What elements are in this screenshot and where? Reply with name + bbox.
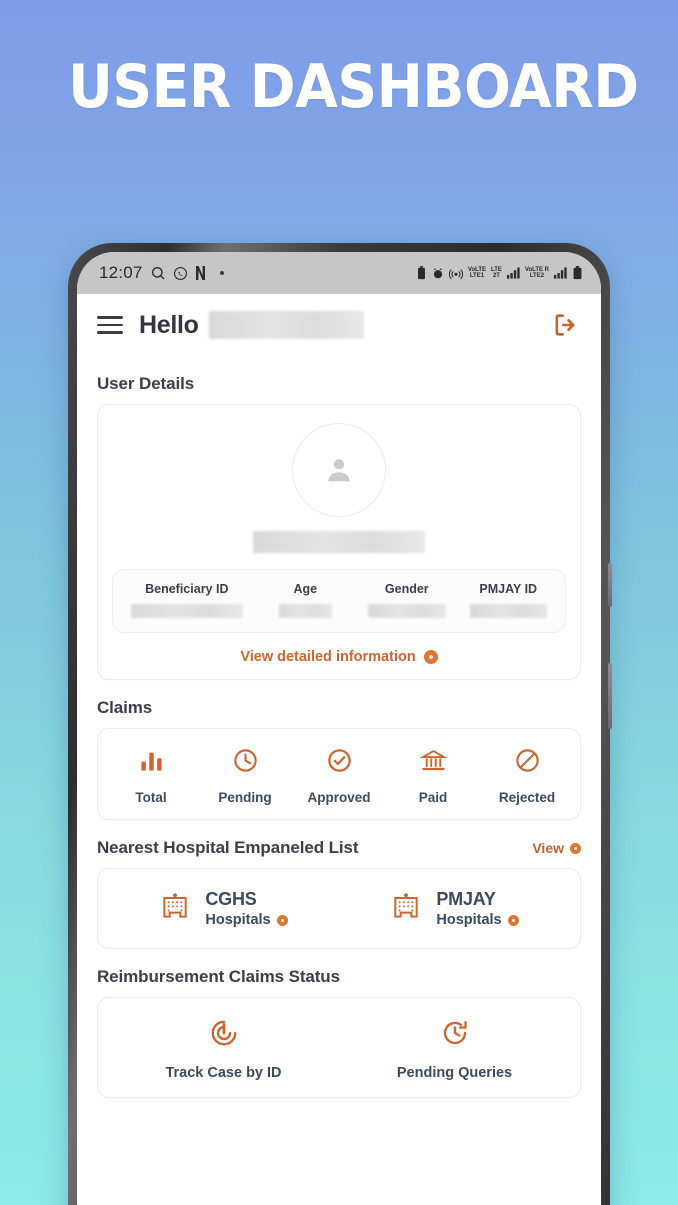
arrow-circle-icon <box>507 914 519 926</box>
hospital-name: PMJAY <box>436 889 496 909</box>
user-details-card: Beneficiary ID Age Gender PMJAY ID View … <box>97 404 581 680</box>
whatsapp-icon <box>173 266 188 281</box>
status-bar-clock: 12:07 <box>99 263 143 282</box>
status-bar-right: VoLTE LTE1 LTE 2T VoLTE R LTE2 <box>416 266 583 280</box>
hospital-item-cghs[interactable]: CGHS Hospitals <box>108 889 339 928</box>
arrow-circle-icon <box>423 650 438 664</box>
battery-icon <box>572 266 583 280</box>
info-col-beneficiary-id: Beneficiary ID <box>119 582 255 618</box>
clock-refresh-icon <box>440 1018 470 1053</box>
claims-card: Total Pending Approved Paid Rejected <box>97 728 581 820</box>
target-track-icon <box>209 1018 239 1053</box>
hospital-item-pmjay[interactable]: PMJAY Hospitals <box>339 889 570 928</box>
hamburger-menu-icon[interactable] <box>97 316 123 334</box>
battery-saver-icon <box>416 266 427 280</box>
hospital-sub: Hospitals <box>436 911 519 929</box>
hospital-texts: CGHS Hospitals <box>205 889 288 929</box>
info-col-pmjay-id: PMJAY ID <box>458 582 559 618</box>
hospital-sub-label: Hospitals <box>205 911 271 928</box>
clock-icon <box>232 747 259 779</box>
person-avatar-icon <box>292 423 386 517</box>
info-col-gender: Gender <box>356 582 457 618</box>
info-label: PMJAY ID <box>479 582 538 596</box>
check-circle-icon <box>326 747 353 779</box>
profile-name-redacted <box>253 531 425 553</box>
lte-icon: LTE 2T <box>491 267 502 279</box>
claims-label: Approved <box>307 790 371 805</box>
hospital-texts: PMJAY Hospitals <box>436 889 519 929</box>
user-details-section-title: User Details <box>97 374 195 393</box>
signal-2-icon <box>554 267 567 279</box>
status-bar: 12:07 VoLTE LTE1 LTE 2T VoLTE R LTE2 <box>77 252 601 294</box>
reimbursement-item-track-case[interactable]: Track Case by ID <box>108 1018 339 1081</box>
hospital-view-link[interactable]: View <box>532 840 581 856</box>
view-detail-label: View detailed information <box>240 649 416 665</box>
claims-label: Paid <box>418 790 448 805</box>
dot-icon <box>219 271 224 275</box>
logout-icon[interactable] <box>551 311 579 339</box>
info-value-redacted <box>368 604 446 618</box>
info-col-age: Age <box>255 582 356 618</box>
ban-icon <box>514 747 541 779</box>
info-value-redacted <box>278 604 333 618</box>
hospital-building-icon <box>390 890 422 927</box>
claims-item-total[interactable]: Total <box>104 747 198 805</box>
hospital-building-icon <box>159 890 191 927</box>
claims-item-paid[interactable]: Paid <box>386 747 480 805</box>
volume-button[interactable] <box>608 563 612 607</box>
avatar-block <box>112 423 566 553</box>
view-detailed-information-link[interactable]: View detailed information <box>112 649 566 665</box>
info-value-redacted <box>469 604 547 618</box>
reimbursement-label: Pending Queries <box>396 1065 513 1082</box>
view-label: View <box>532 840 564 856</box>
netflix-n-icon <box>195 265 207 281</box>
phone-screen: 12:07 VoLTE LTE1 LTE 2T VoLTE R LTE2 Hel… <box>77 252 601 1205</box>
info-label: Gender <box>384 582 429 596</box>
reimbursement-section-title: Reimbursement Claims Status <box>97 967 340 987</box>
arrow-circle-icon <box>276 914 288 926</box>
reimbursement-card: Track Case by ID Pending Queries <box>97 997 581 1099</box>
claims-section-title: Claims <box>97 698 153 717</box>
claims-label: Total <box>135 790 167 805</box>
volte-lte1-icon: VoLTE LTE1 <box>467 267 486 279</box>
dashboard-content: User Details Beneficiary ID Age Gender P… <box>77 356 601 1205</box>
hospital-section-title: Nearest Hospital Empaneled List <box>97 838 359 857</box>
hospital-sub: Hospitals <box>205 911 288 929</box>
bar-chart-icon <box>138 747 165 779</box>
app-header: Hello <box>77 294 601 356</box>
greeting-label: Hello <box>139 310 199 339</box>
claims-item-rejected[interactable]: Rejected <box>480 747 574 805</box>
claims-label: Rejected <box>498 790 556 805</box>
search-icon <box>150 265 166 281</box>
reimbursement-label: Track Case by ID <box>165 1065 282 1082</box>
signal-1-icon <box>506 267 520 279</box>
phone-device-frame: 12:07 VoLTE LTE1 LTE 2T VoLTE R LTE2 Hel… <box>68 243 612 1205</box>
hospital-sub-label: Hospitals <box>436 911 502 928</box>
alarm-icon <box>432 267 444 280</box>
status-bar-left: 12:07 <box>99 263 224 283</box>
claims-item-pending[interactable]: Pending <box>198 747 292 805</box>
claims-item-approved[interactable]: Approved <box>292 747 386 805</box>
claims-label: Pending <box>218 790 272 805</box>
reimbursement-item-pending-queries[interactable]: Pending Queries <box>339 1018 570 1081</box>
bank-icon <box>418 747 448 779</box>
hotspot-icon <box>448 267 463 280</box>
user-info-strip: Beneficiary ID Age Gender PMJAY ID <box>112 569 566 633</box>
info-label: Beneficiary ID <box>145 582 229 596</box>
user-name-redacted <box>208 311 364 339</box>
arrow-circle-icon <box>570 842 581 854</box>
page-title: USER DASHBOARD <box>68 52 639 122</box>
hospital-name: CGHS <box>205 889 257 909</box>
info-value-redacted <box>131 604 243 618</box>
hospital-card: CGHS Hospitals PMJAY Hospitals <box>97 868 581 950</box>
hospital-section-header: Nearest Hospital Empaneled List View <box>97 838 581 858</box>
power-button[interactable] <box>608 663 612 729</box>
volte-lte2-icon: VoLTE R LTE2 <box>524 267 549 279</box>
info-label: Age <box>293 582 318 596</box>
